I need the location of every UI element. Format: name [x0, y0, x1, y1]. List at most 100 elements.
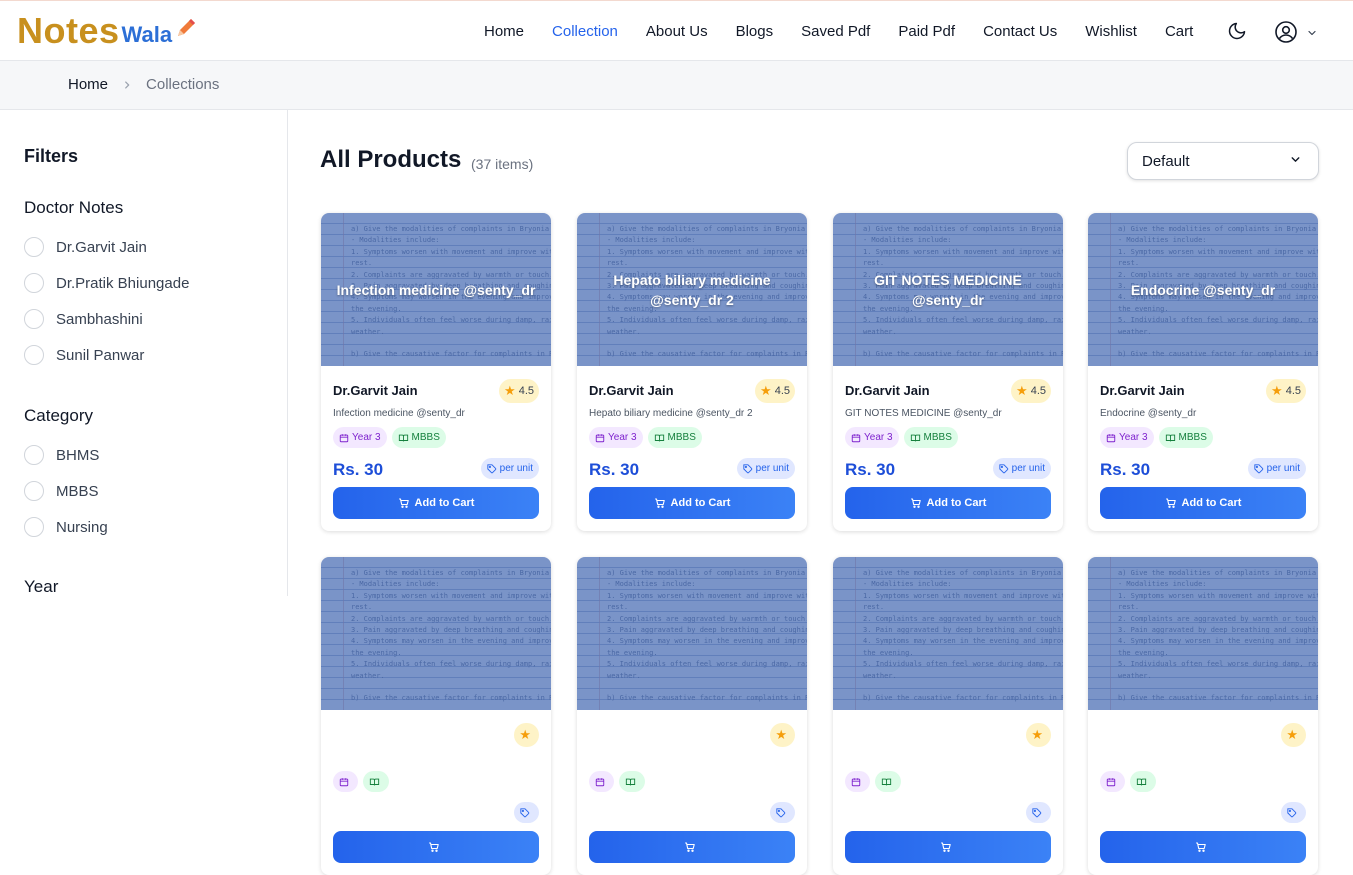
add-to-cart-button[interactable]	[1100, 831, 1306, 863]
tag-icon	[999, 463, 1008, 473]
product-thumbnail[interactable]: a) Give the modalities of complaints in …	[1088, 213, 1318, 366]
year-tag: Year 3	[333, 427, 387, 448]
course-tag: MBBS	[1158, 427, 1213, 448]
add-to-cart-button[interactable]: Add to Cart	[333, 487, 539, 519]
calendar-icon	[339, 433, 349, 442]
product-tags	[1100, 771, 1161, 792]
chevron-down-icon	[1306, 26, 1318, 44]
product-card[interactable]: a) Give the modalities of complaints in …	[321, 557, 551, 875]
product-tags: Year 3 MBBS	[1100, 427, 1218, 448]
product-thumbnail[interactable]: a) Give the modalities of complaints in …	[1088, 557, 1318, 710]
add-to-cart-button[interactable]: Add to Cart	[1100, 487, 1306, 519]
page-title: All Products	[320, 146, 462, 173]
cart-icon	[1165, 498, 1176, 508]
nav-wishlist[interactable]: Wishlist	[1085, 23, 1137, 40]
filter-option[interactable]: Dr.Pratik Bhiungade	[24, 273, 189, 293]
product-thumbnail[interactable]: a) Give the modalities of complaints in …	[321, 557, 551, 710]
calendar-icon	[339, 777, 349, 786]
nav-about-us[interactable]: About Us	[646, 23, 708, 40]
filter-option[interactable]: Sunil Panwar	[24, 345, 144, 365]
nav-paid-pdf[interactable]: Paid Pdf	[898, 23, 955, 40]
product-card[interactable]: a) Give the modalities of complaints in …	[577, 557, 807, 875]
logo-wala-text: Wala	[121, 22, 173, 47]
filter-option[interactable]: BHMS	[24, 445, 99, 465]
add-to-cart-label: Add to Cart	[414, 497, 475, 509]
cart-icon	[398, 498, 409, 508]
product-tags: Year 3 MBBS	[589, 427, 707, 448]
logo-notes-text: Notes	[17, 10, 120, 51]
unit-badge	[1281, 802, 1306, 823]
add-to-cart-button[interactable]	[589, 831, 795, 863]
product-thumbnail[interactable]: a) Give the modalities of complaints in …	[321, 213, 551, 366]
product-card[interactable]: a) Give the modalities of complaints in …	[321, 213, 551, 531]
breadcrumb-bar: Home Collections	[0, 61, 1353, 110]
course-tag: MBBS	[647, 427, 702, 448]
product-thumbnail[interactable]: a) Give the modalities of complaints in …	[833, 213, 1063, 366]
breadcrumb-home[interactable]: Home	[68, 76, 108, 93]
radio-button[interactable]	[24, 273, 44, 293]
tag-icon	[743, 463, 752, 473]
product-thumbnail[interactable]: a) Give the modalities of complaints in …	[577, 213, 807, 366]
year-tag-label: Year 3	[1119, 432, 1148, 443]
add-to-cart-label: Add to Cart	[926, 497, 987, 509]
product-card[interactable]: a) Give the modalities of complaints in …	[833, 213, 1063, 531]
calendar-icon	[851, 433, 861, 442]
book-icon	[369, 778, 380, 785]
radio-button[interactable]	[24, 445, 44, 465]
product-card[interactable]: a) Give the modalities of complaints in …	[1088, 557, 1318, 875]
star-icon: ★	[504, 383, 516, 398]
nav-blogs[interactable]: Blogs	[736, 23, 774, 40]
nav-cart[interactable]: Cart	[1165, 23, 1193, 40]
thumbnail-title	[1096, 557, 1310, 710]
filter-option[interactable]: Sambhashini	[24, 309, 143, 329]
course-tag-label: MBBS	[923, 432, 952, 443]
add-to-cart-label: Add to Cart	[1181, 497, 1242, 509]
site-logo[interactable]: Notes Wala	[17, 11, 198, 51]
product-card[interactable]: a) Give the modalities of complaints in …	[577, 213, 807, 531]
book-icon	[398, 434, 408, 441]
filter-option[interactable]: Nursing	[24, 517, 108, 537]
add-to-cart-button[interactable]: Add to Cart	[589, 487, 795, 519]
nav-contact-us[interactable]: Contact Us	[983, 23, 1057, 40]
year-tag-label: Year 3	[864, 432, 893, 443]
radio-button[interactable]	[24, 517, 44, 537]
product-doctor: Dr.Garvit Jain	[1100, 383, 1185, 398]
product-card[interactable]: a) Give the modalities of complaints in …	[1088, 213, 1318, 531]
radio-button[interactable]	[24, 481, 44, 501]
product-thumbnail[interactable]: a) Give the modalities of complaints in …	[577, 557, 807, 710]
radio-button[interactable]	[24, 345, 44, 365]
filter-option[interactable]: Dr.Garvit Jain	[24, 237, 147, 257]
cart-icon	[684, 842, 695, 852]
thumbnail-title: GIT NOTES MEDICINE @senty_dr	[874, 271, 1022, 308]
unit-badge	[1026, 802, 1051, 823]
year-tag	[845, 771, 870, 792]
user-menu[interactable]	[1274, 20, 1318, 49]
rating-value: 4.5	[1285, 385, 1301, 397]
filter-option[interactable]: MBBS	[24, 481, 99, 501]
product-thumbnail[interactable]: a) Give the modalities of complaints in …	[833, 557, 1063, 710]
filter-group-title: Doctor Notes	[24, 198, 124, 217]
nav-collection[interactable]: Collection	[552, 23, 618, 40]
product-doctor: Dr.Garvit Jain	[333, 383, 418, 398]
year-tag	[1100, 771, 1125, 792]
product-description: GIT NOTES MEDICINE @senty_dr	[845, 408, 1002, 419]
course-tag	[619, 771, 645, 792]
radio-button[interactable]	[24, 237, 44, 257]
radio-button[interactable]	[24, 309, 44, 329]
add-to-cart-button[interactable]: Add to Cart	[845, 487, 1051, 519]
nav-home[interactable]: Home	[484, 23, 524, 40]
sort-select[interactable]: Default	[1127, 142, 1319, 180]
rating-value: 4.5	[518, 385, 534, 397]
product-price: Rs. 30	[1100, 460, 1151, 479]
book-icon	[625, 778, 636, 785]
moon-icon[interactable]	[1227, 21, 1247, 41]
item-count: (37 items)	[471, 156, 534, 172]
year-tag-label: Year 3	[352, 432, 381, 443]
add-to-cart-button[interactable]	[845, 831, 1051, 863]
product-tags	[589, 771, 650, 792]
year-tag	[333, 771, 358, 792]
unit-label: per unit	[1266, 463, 1300, 474]
product-card[interactable]: a) Give the modalities of complaints in …	[833, 557, 1063, 875]
nav-saved-pdf[interactable]: Saved Pdf	[801, 23, 870, 40]
add-to-cart-button[interactable]	[333, 831, 539, 863]
